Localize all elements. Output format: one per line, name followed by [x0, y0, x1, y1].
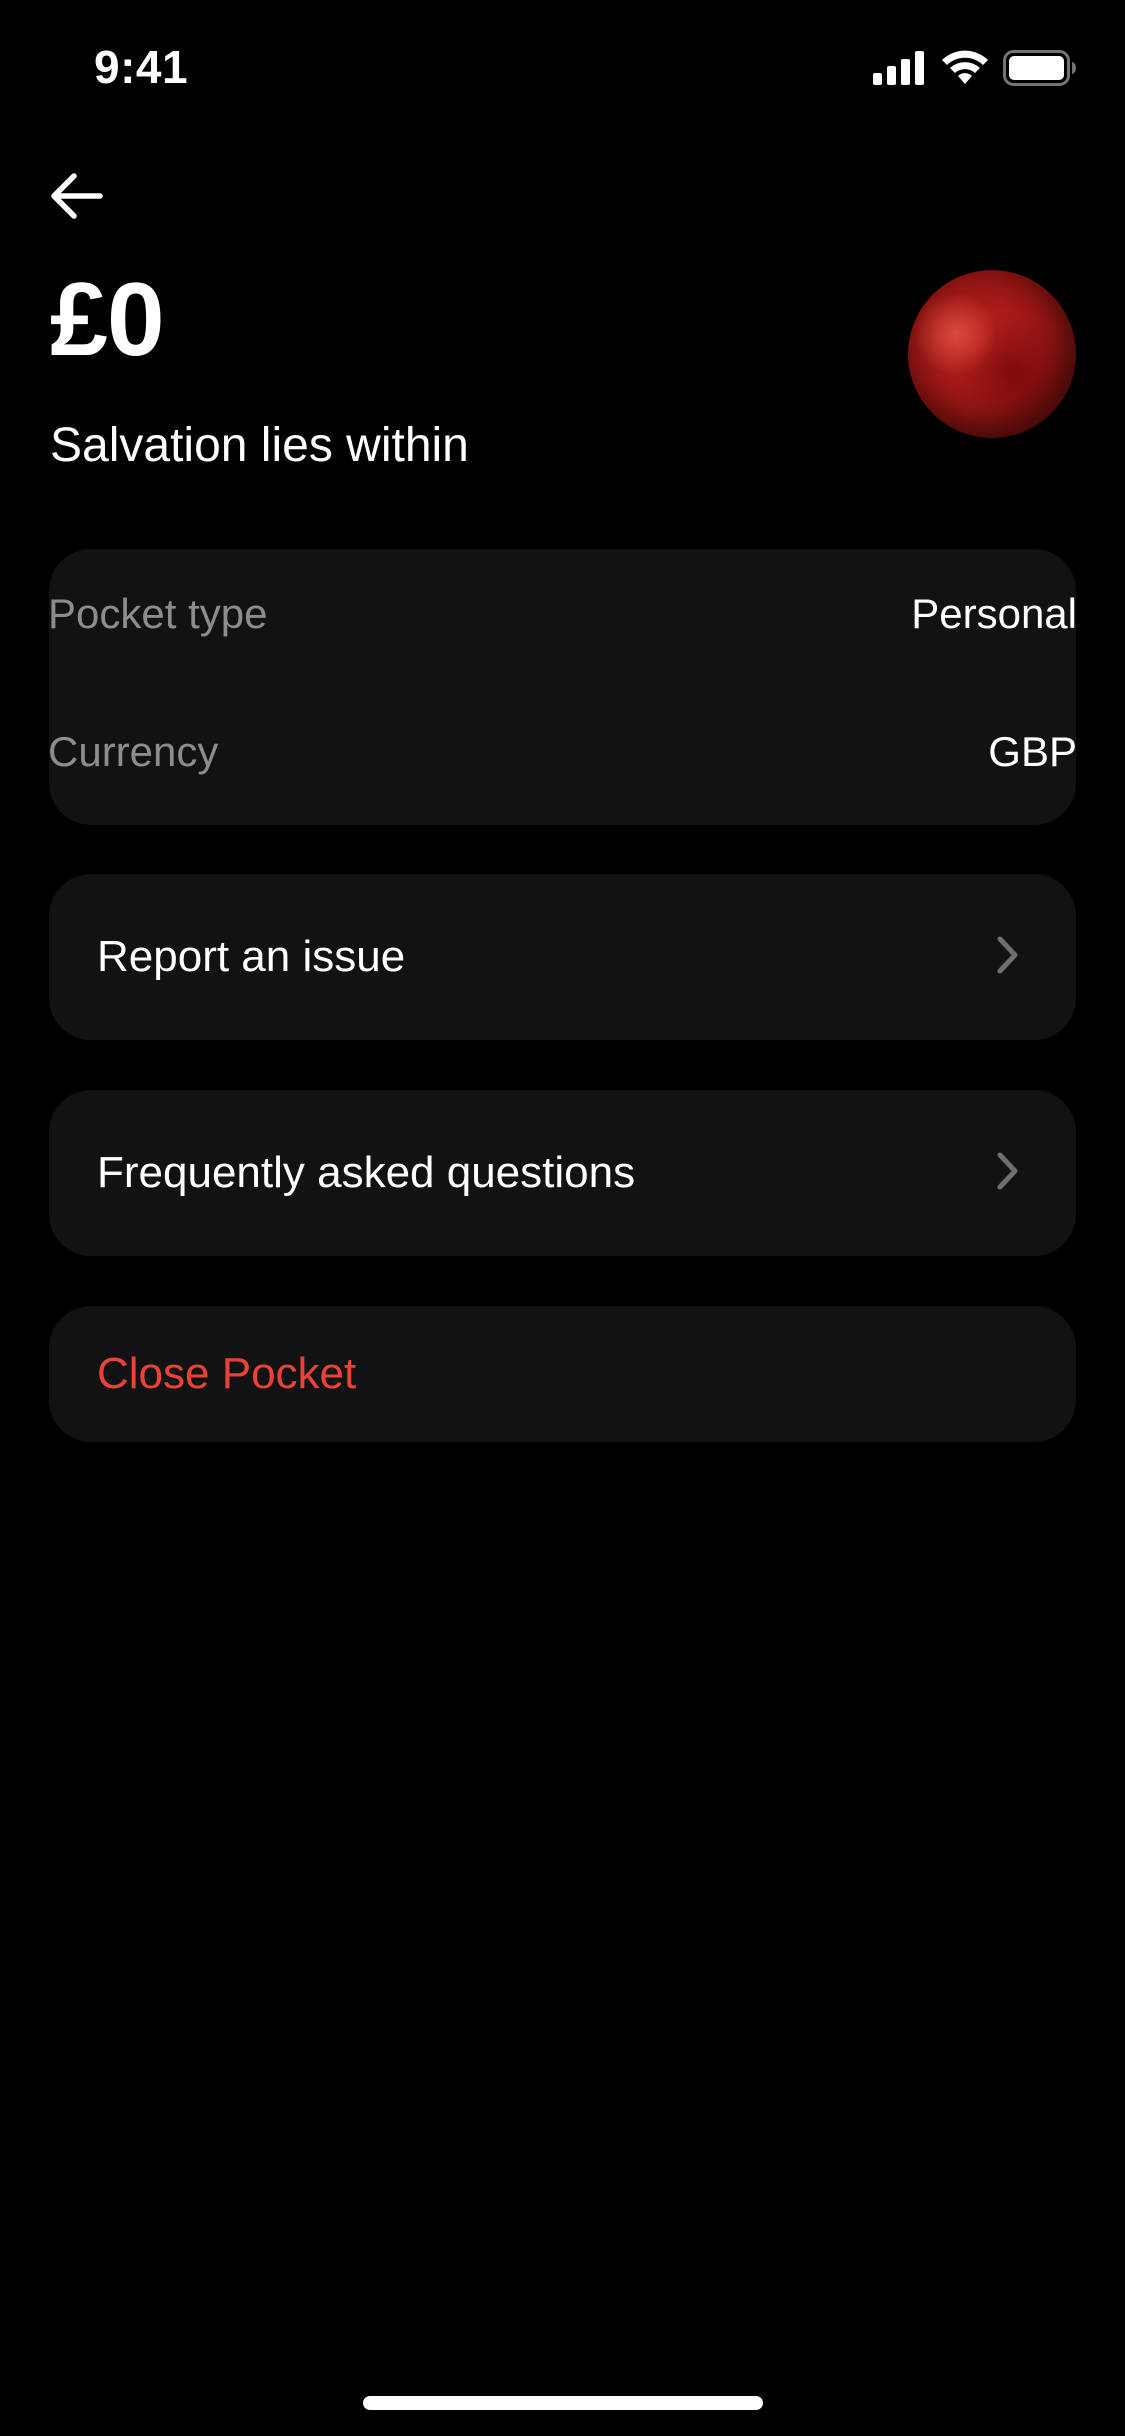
close-pocket-label: Close Pocket — [97, 1349, 357, 1398]
status-time: 9:41 — [94, 41, 189, 93]
pocket-type-label: Pocket type — [48, 590, 268, 637]
back-button[interactable] — [40, 162, 112, 234]
battery-icon — [1003, 50, 1077, 91]
report-issue-button[interactable]: Report an issue — [49, 874, 1076, 1040]
wifi-icon — [941, 50, 989, 91]
pocket-avatar[interactable] — [908, 270, 1076, 438]
faq-label: Frequently asked questions — [97, 1148, 636, 1197]
pocket-type-value: Personal — [911, 590, 1077, 637]
cellular-signal-icon — [873, 51, 927, 90]
status-icons — [873, 50, 1077, 91]
status-bar: 9:41 — [0, 0, 1125, 132]
chevron-right-icon — [996, 935, 1020, 980]
pocket-name: Salvation lies within — [50, 419, 469, 472]
pocket-type-row: Pocket type Personal — [48, 590, 1077, 638]
currency-value: GBP — [988, 728, 1077, 775]
home-indicator[interactable] — [363, 2396, 763, 2410]
chevron-right-icon — [996, 1151, 1020, 1196]
currency-label: Currency — [48, 728, 219, 775]
arrow-left-icon — [46, 171, 106, 226]
report-issue-label: Report an issue — [97, 932, 406, 981]
currency-row: Currency GBP — [48, 728, 1077, 776]
faq-button[interactable]: Frequently asked questions — [49, 1090, 1076, 1256]
pocket-balance: £0 — [50, 262, 165, 378]
close-pocket-button[interactable]: Close Pocket — [49, 1306, 1076, 1442]
